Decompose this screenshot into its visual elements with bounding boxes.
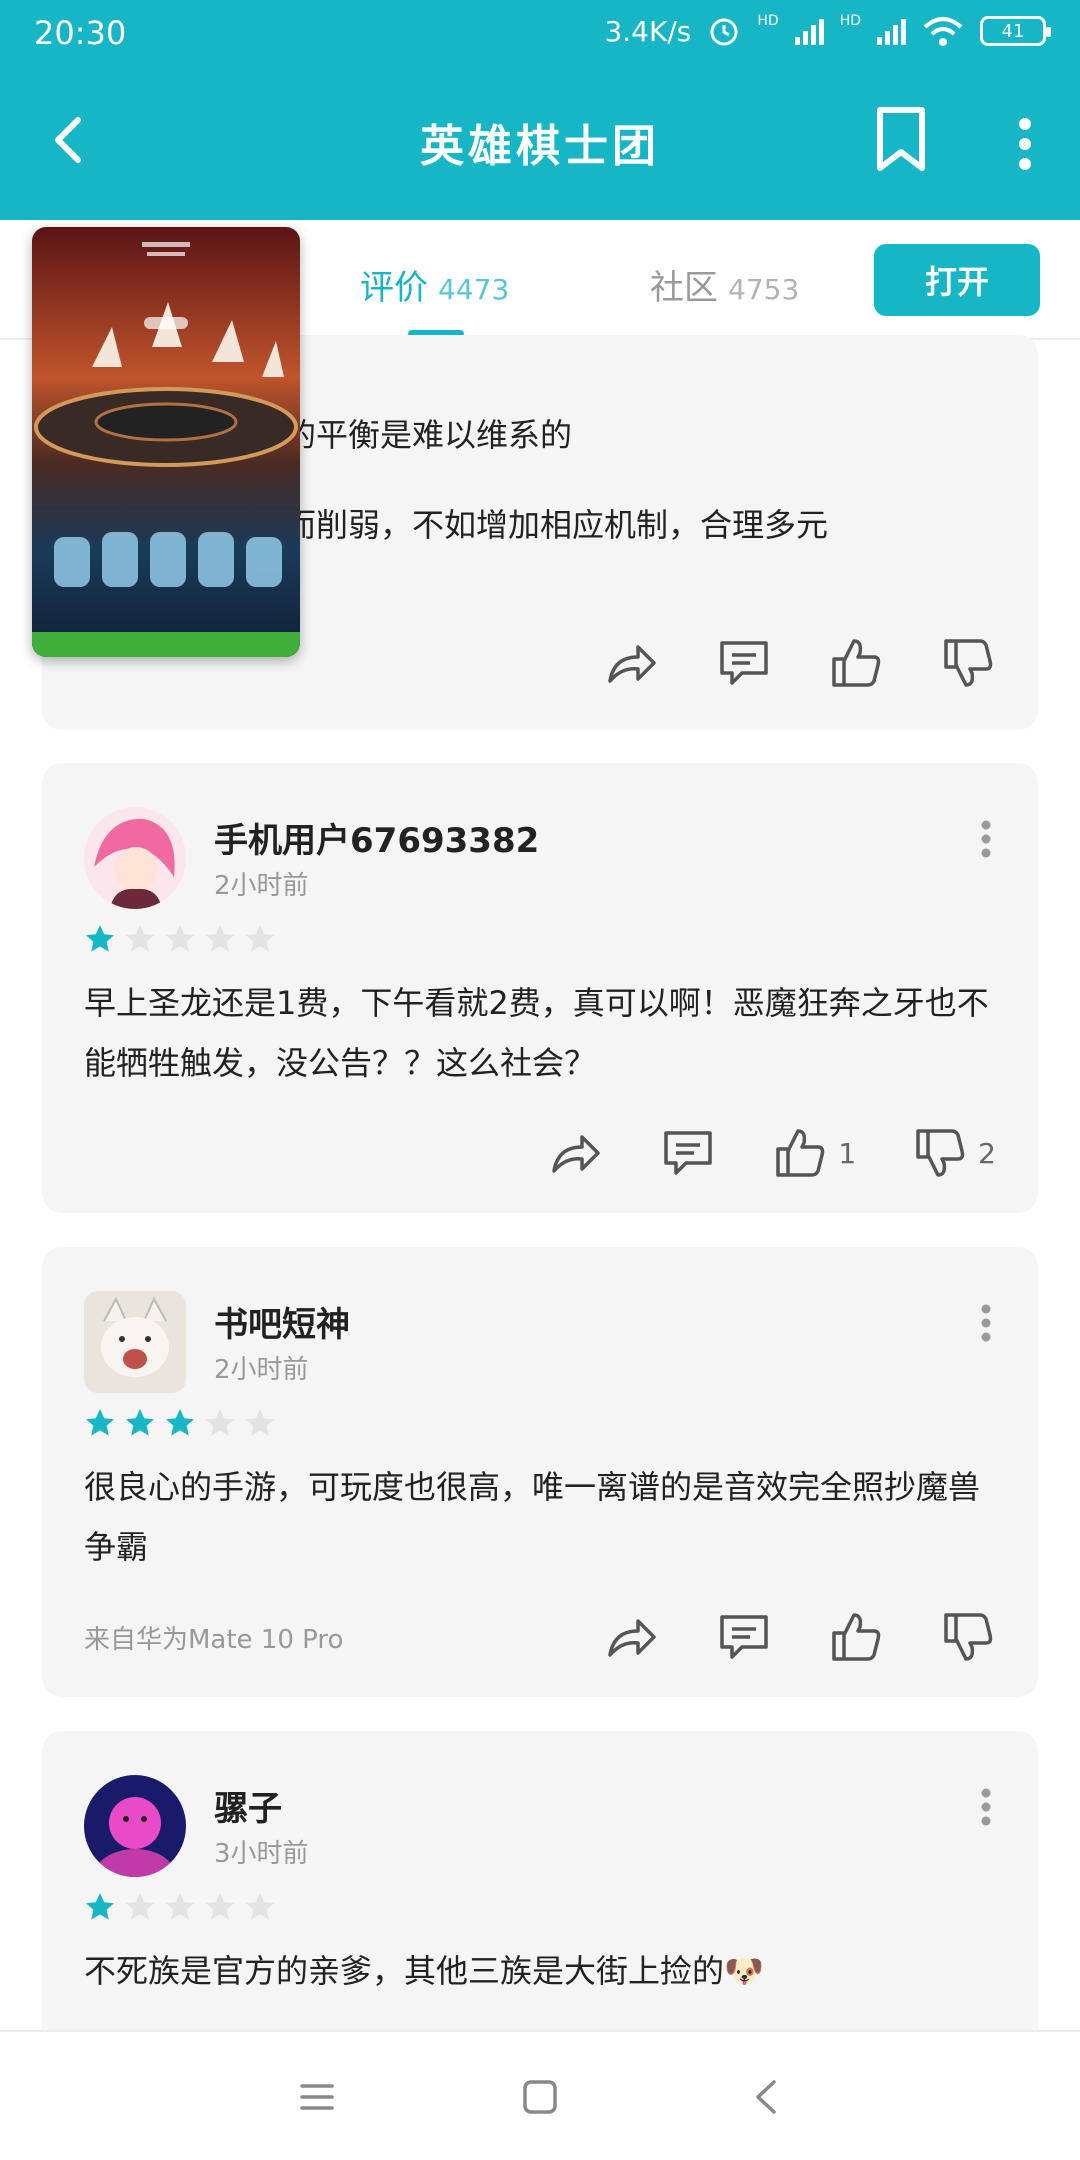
game-preview-image: [32, 227, 300, 657]
like-button[interactable]: [828, 635, 884, 691]
floating-game-preview[interactable]: [32, 227, 300, 657]
signal-icon: [794, 17, 824, 45]
review-actions: [548, 1609, 996, 1665]
reviewer-name[interactable]: 骡子: [214, 1781, 282, 1830]
thumbs-up-icon: [832, 639, 881, 687]
hd-label-1: HD: [757, 13, 779, 29]
comment-icon: [664, 1131, 713, 1175]
review-card: 骡子 3小时前 不死族是官方的亲爹，其他三族是大街上捡的🐶: [42, 1731, 1038, 2030]
thumbs-down-icon: [944, 1613, 993, 1661]
avatar[interactable]: [84, 1291, 186, 1393]
tab-reviews-count: 4473: [438, 273, 510, 306]
tab-reviews-label: 评价: [360, 268, 428, 308]
share-button[interactable]: [604, 635, 660, 691]
star-icon: [246, 1893, 274, 1920]
share-icon: [552, 1135, 601, 1173]
more-icon[interactable]: [1010, 114, 1040, 174]
more-options-icon[interactable]: [980, 1787, 992, 1827]
battery-level: 41: [1001, 20, 1025, 42]
avatar[interactable]: [84, 807, 186, 909]
star-rating: [84, 923, 276, 955]
tab-community[interactable]: 社区 4753: [650, 260, 799, 309]
share-icon: [608, 1619, 656, 1657]
review-text: 很良心的手游，可玩度也很高，唯一离谱的是音效完全照抄魔兽争霸: [84, 1468, 981, 1566]
share-button[interactable]: [548, 1125, 604, 1181]
reviewer-name[interactable]: 书吧短神: [214, 1297, 350, 1346]
review-text-line: 的平衡是难以维系的: [284, 416, 573, 454]
review-time: 2小时前: [214, 1355, 309, 1385]
network-speed: 3.4K/s: [604, 14, 692, 48]
star-icon: [246, 925, 274, 952]
nav-back-icon[interactable]: [742, 2072, 792, 2122]
system-nav-bar: [0, 2030, 1080, 2160]
device-label: 来自华为Mate 10 Pro: [84, 1625, 344, 1655]
more-options-icon[interactable]: [980, 1303, 992, 1343]
dislike-count: 2: [978, 1136, 996, 1170]
star-icon: [206, 1893, 234, 1920]
star-icon: [166, 1409, 194, 1436]
battery-icon: 41: [980, 16, 1051, 46]
comment-button[interactable]: [660, 1125, 716, 1181]
home-icon[interactable]: [515, 2072, 565, 2122]
star-rating: [84, 1407, 276, 1439]
review-card: 书吧短神 2小时前 很良心的手游，可玩度也很高，唯一离谱的是音效完全照抄魔兽争霸…: [42, 1247, 1038, 1697]
star-rating: [84, 1891, 276, 1923]
signal-icon-2: [877, 17, 906, 45]
status-bar: 20:30 3.4K/s HD HD 41: [0, 0, 1080, 70]
star-icon: [166, 1893, 194, 1920]
review-text: 不死族是官方的亲爹，其他三族是大街上捡的🐶: [84, 1952, 764, 1990]
dislike-button[interactable]: [940, 635, 996, 691]
thumbs-up-icon: [832, 1613, 881, 1661]
hd-label-2: HD: [839, 13, 861, 29]
star-icon: [86, 925, 114, 952]
comment-button[interactable]: [716, 1609, 772, 1665]
review-text-line: 而削弱，不如增加相应机制，合理多元: [284, 506, 829, 544]
tab-community-label: 社区: [650, 268, 718, 308]
star-icon: [246, 1409, 274, 1436]
star-icon: [206, 1409, 234, 1436]
comment-button[interactable]: [716, 635, 772, 691]
share-icon: [608, 645, 656, 683]
comment-icon: [720, 1615, 768, 1659]
like-count: 1: [838, 1136, 857, 1170]
dislike-button[interactable]: [940, 1609, 996, 1665]
star-icon: [206, 925, 234, 952]
review-card: 手机用户67693382 2小时前 早上圣龙还是1费，下午看就2费，真可以啊！恶…: [42, 763, 1038, 1213]
tab-reviews[interactable]: 评价 4473: [360, 260, 509, 309]
more-options-icon[interactable]: [980, 819, 992, 859]
review-time: 2小时前: [214, 871, 309, 901]
open-button[interactable]: 打开: [874, 244, 1040, 316]
bookmark-icon[interactable]: [872, 106, 930, 174]
star-icon: [126, 1409, 154, 1436]
star-icon: [86, 1893, 114, 1920]
star-icon: [126, 925, 154, 952]
share-button[interactable]: [604, 1609, 660, 1665]
review-actions: [548, 635, 996, 691]
status-time: 20:30: [34, 14, 127, 52]
like-button[interactable]: 1: [772, 1125, 856, 1181]
avatar[interactable]: [84, 1775, 186, 1877]
thumbs-up-icon: [776, 1129, 825, 1177]
wifi-icon: [923, 17, 963, 46]
review-actions: 1 2: [492, 1125, 996, 1181]
like-button[interactable]: [828, 1609, 884, 1665]
status-indicators: 3.4K/s HD HD 41: [604, 13, 1051, 48]
alarm-icon: [710, 18, 738, 46]
dislike-button[interactable]: 2: [912, 1125, 996, 1181]
star-icon: [166, 925, 194, 952]
top-bar: 20:30 3.4K/s HD HD 41 英雄棋士团: [0, 0, 1080, 220]
comment-icon: [720, 641, 768, 685]
review-time: 3小时前: [214, 1839, 309, 1869]
star-icon: [86, 1409, 114, 1436]
tab-community-count: 4753: [728, 273, 800, 306]
menu-icon[interactable]: [292, 2072, 342, 2122]
thumbs-down-icon: [916, 1129, 965, 1177]
app-bar: 英雄棋士团: [0, 70, 1080, 220]
reviewer-name[interactable]: 手机用户67693382: [214, 813, 539, 862]
review-text: 早上圣龙还是1费，下午看就2费，真可以啊！恶魔狂奔之牙也不能牺牲触发，没公告？？…: [84, 984, 989, 1082]
thumbs-down-icon: [944, 639, 993, 687]
star-icon: [126, 1893, 154, 1920]
